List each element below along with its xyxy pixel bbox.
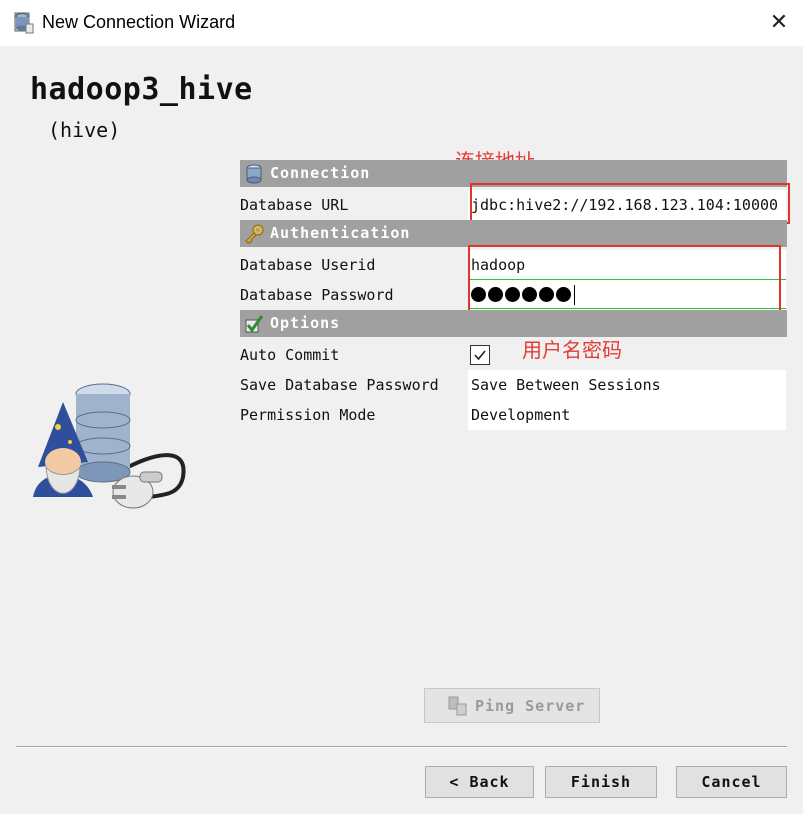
title-bar: New Connection Wizard ✕ <box>0 0 803 46</box>
section-options: Options <box>240 310 787 337</box>
credentials-highlight-box <box>468 245 781 313</box>
key-icon <box>245 224 264 244</box>
save-password-label: Save Database Password <box>240 376 439 394</box>
window-title: New Connection Wizard <box>42 12 236 32</box>
server-icon <box>448 696 467 716</box>
credentials-annotation: 用户名密码 <box>522 338 622 362</box>
permission-mode-label: Permission Mode <box>240 406 376 424</box>
close-icon: ✕ <box>769 10 789 35</box>
cancel-button[interactable]: Cancel <box>676 766 787 798</box>
password-label: Database Password <box>240 286 394 304</box>
finish-button[interactable]: Finish <box>545 766 657 798</box>
save-password-value: Save Between Sessions <box>471 376 661 394</box>
section-label: Connection <box>270 164 371 182</box>
database-icon <box>246 164 262 184</box>
section-label: Options <box>270 314 341 332</box>
wizard-database-illustration <box>33 383 186 509</box>
url-highlight-box <box>470 183 790 224</box>
database-url-label: Database URL <box>240 196 349 214</box>
back-button[interactable]: < Back <box>425 766 534 798</box>
section-label: Authentication <box>270 224 411 242</box>
connection-name: hadoop3_hive <box>30 72 253 107</box>
save-password-select[interactable]: Save Between Sessions <box>468 370 786 400</box>
ping-server-button[interactable]: Ping Server <box>424 688 600 723</box>
permission-mode-value: Development <box>471 406 571 424</box>
permission-mode-select[interactable]: Development <box>468 400 786 430</box>
section-authentication: Authentication <box>240 220 787 247</box>
ping-server-label: Ping Server <box>475 697 586 715</box>
checkmark-icon <box>245 315 264 333</box>
userid-label: Database Userid <box>240 256 376 274</box>
checkmark-icon <box>474 350 486 361</box>
footer-separator <box>16 746 787 748</box>
close-button[interactable]: ✕ <box>755 0 803 46</box>
auto-commit-label: Auto Commit <box>240 346 340 364</box>
database-icon <box>14 12 34 34</box>
driver-type: (hive) <box>48 118 121 142</box>
auto-commit-checkbox[interactable] <box>470 345 490 365</box>
